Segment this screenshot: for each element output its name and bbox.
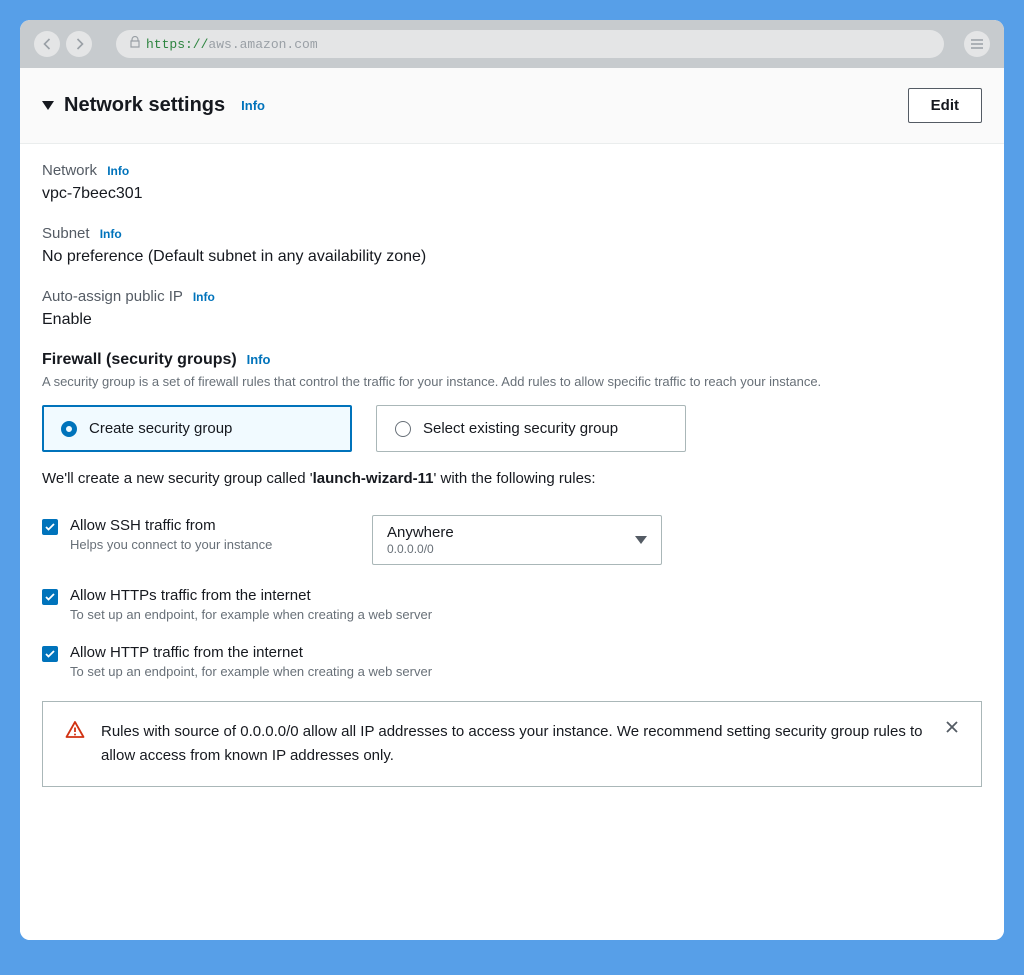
auto-ip-label: Auto-assign public IP (42, 288, 183, 305)
checkbox-https[interactable] (42, 589, 58, 605)
existing-sg-label: Select existing security group (423, 420, 618, 437)
lock-icon (130, 36, 140, 52)
firewall-info-link[interactable]: Info (247, 352, 271, 367)
panel-header: Network settings Info Edit (20, 68, 1004, 144)
browser-window: https://aws.amazon.com Network settings … (20, 20, 1004, 940)
header-info-link[interactable]: Info (241, 98, 265, 113)
chevron-right-icon (75, 38, 84, 50)
radio-unselected-icon (395, 421, 411, 437)
firewall-desc: A security group is a set of firewall ru… (42, 373, 982, 391)
check-icon (45, 650, 55, 658)
browser-menu-button[interactable] (964, 31, 990, 57)
alert-close-button[interactable] (945, 720, 959, 737)
panel-title: Network settings (64, 94, 225, 117)
ssh-source-main: Anywhere (387, 524, 454, 542)
auto-ip-field: Auto-assign public IP Info Enable (42, 288, 982, 329)
chevron-left-icon (43, 38, 52, 50)
subnet-field: Subnet Info No preference (Default subne… (42, 225, 982, 266)
checkbox-http[interactable] (42, 646, 58, 662)
auto-ip-value: Enable (42, 311, 982, 329)
rule-http-title: Allow HTTP traffic from the internet (70, 644, 982, 661)
page-content: Network settings Info Edit Network Info … (20, 68, 1004, 940)
check-icon (45, 593, 55, 601)
rule-http: Allow HTTP traffic from the internet To … (42, 644, 982, 679)
sg-create-note: We'll create a new security group called… (42, 470, 982, 487)
alert-text: Rules with source of 0.0.0.0/0 allow all… (101, 720, 929, 768)
create-sg-option[interactable]: Create security group (42, 405, 352, 452)
rule-https-desc: To set up an endpoint, for example when … (70, 607, 982, 622)
network-info-link[interactable]: Info (107, 164, 129, 178)
ssh-source-select[interactable]: Anywhere 0.0.0.0/0 (372, 515, 662, 565)
firewall-title: Firewall (security groups) (42, 351, 237, 368)
rule-https: Allow HTTPs traffic from the internet To… (42, 587, 982, 622)
network-label: Network (42, 162, 97, 179)
auto-ip-info-link[interactable]: Info (193, 290, 215, 304)
url-host: aws.amazon.com (208, 37, 317, 52)
subnet-label: Subnet (42, 225, 90, 242)
existing-sg-option[interactable]: Select existing security group (376, 405, 686, 452)
collapse-caret-icon[interactable] (42, 101, 54, 110)
security-warning-alert: Rules with source of 0.0.0.0/0 allow all… (42, 701, 982, 787)
rule-ssh-title: Allow SSH traffic from (70, 517, 360, 534)
subnet-info-link[interactable]: Info (100, 227, 122, 241)
network-field: Network Info vpc-7beec301 (42, 162, 982, 203)
firewall-section: Firewall (security groups) Info A securi… (42, 351, 982, 787)
rule-ssh: Allow SSH traffic from Helps you connect… (42, 517, 982, 565)
edit-button[interactable]: Edit (908, 88, 982, 123)
radio-selected-icon (61, 421, 77, 437)
browser-chrome: https://aws.amazon.com (20, 20, 1004, 68)
hamburger-icon (970, 39, 984, 49)
checkbox-ssh[interactable] (42, 519, 58, 535)
nav-forward-button[interactable] (66, 31, 92, 57)
rule-https-title: Allow HTTPs traffic from the internet (70, 587, 982, 604)
ssh-source-sub: 0.0.0.0/0 (387, 542, 454, 556)
url-scheme: https:// (146, 37, 208, 52)
create-sg-label: Create security group (89, 420, 232, 437)
warning-icon (65, 720, 85, 743)
close-icon (945, 720, 959, 734)
sg-name: launch-wizard-11 (313, 470, 434, 487)
rule-ssh-desc: Helps you connect to your instance (70, 537, 360, 552)
url-bar[interactable]: https://aws.amazon.com (116, 30, 944, 58)
nav-back-button[interactable] (34, 31, 60, 57)
chevron-down-icon (635, 536, 647, 544)
rule-http-desc: To set up an endpoint, for example when … (70, 664, 982, 679)
subnet-value: No preference (Default subnet in any ava… (42, 248, 982, 266)
check-icon (45, 523, 55, 531)
network-value: vpc-7beec301 (42, 185, 982, 203)
